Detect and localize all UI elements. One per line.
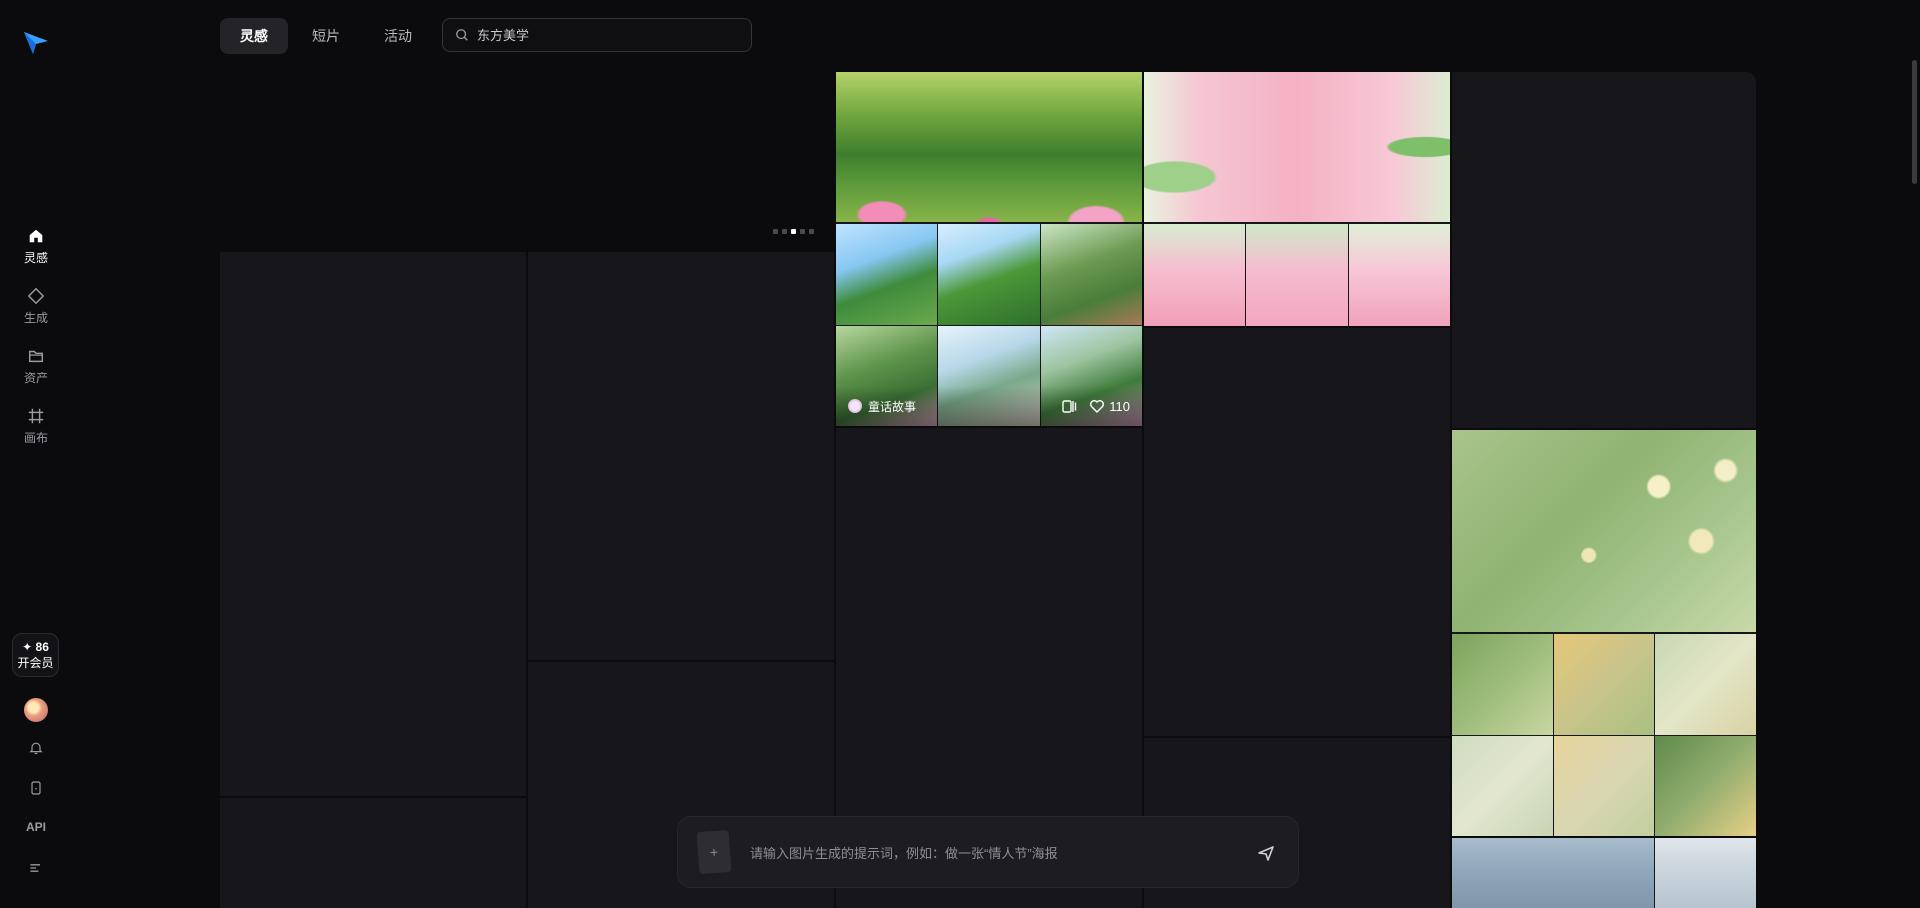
card-thumbnail bbox=[1452, 735, 1553, 836]
sidebar-item-label: 资产 bbox=[23, 370, 48, 385]
feed-card-placeholder[interactable] bbox=[528, 252, 834, 660]
avatar[interactable] bbox=[24, 698, 48, 722]
card-thumbnail bbox=[836, 224, 938, 325]
sidebar-item-canvas[interactable]: 画布 bbox=[12, 402, 60, 450]
like-count: 110 bbox=[1109, 398, 1130, 414]
card-thumbnail-grid bbox=[1452, 634, 1756, 836]
sidebar-item-label: 生成 bbox=[23, 310, 48, 325]
tab-inspiration[interactable]: 灵感 bbox=[220, 18, 288, 54]
card-meta: 童话故事 110 bbox=[836, 386, 1142, 426]
card-thumbnail-grid bbox=[1452, 838, 1756, 908]
sidebar-item-label: 灵感 bbox=[23, 250, 48, 265]
card-thumbnail bbox=[1655, 838, 1756, 908]
sidebar-item-label: 画布 bbox=[23, 430, 48, 445]
carousel-dot[interactable] bbox=[800, 229, 805, 234]
card-thumbnail bbox=[1655, 735, 1756, 836]
diamond-icon bbox=[27, 287, 45, 304]
sidebar: 灵感 生成 资产 画布 ✦ 86 开会员 API bbox=[0, 0, 72, 908]
heart-icon bbox=[1090, 400, 1105, 413]
card-thumbnail bbox=[1553, 735, 1655, 836]
vip-label: 开会员 bbox=[17, 656, 54, 670]
author-avatar bbox=[848, 399, 862, 413]
search-input[interactable] bbox=[475, 26, 739, 44]
feed-card-placeholder[interactable] bbox=[220, 798, 526, 908]
vip-button[interactable]: ✦ 86 开会员 bbox=[12, 633, 59, 677]
tab-events[interactable]: 活动 bbox=[364, 18, 432, 54]
sidebar-item-generate[interactable]: 生成 bbox=[12, 282, 60, 330]
send-icon[interactable] bbox=[1256, 843, 1276, 863]
card-main-image bbox=[1144, 72, 1450, 222]
feed-card-drink[interactable] bbox=[1144, 72, 1450, 326]
card-thumbnail bbox=[1553, 634, 1655, 735]
feed-card-flowers[interactable] bbox=[1452, 430, 1756, 836]
search-box[interactable] bbox=[442, 18, 752, 52]
feed-card-placeholder[interactable] bbox=[220, 252, 526, 796]
card-main-image bbox=[1452, 430, 1756, 632]
card-thumbnail bbox=[1246, 224, 1348, 326]
card-thumbnail bbox=[1144, 224, 1246, 326]
menu-icon[interactable] bbox=[26, 858, 46, 878]
scrollbar[interactable] bbox=[1908, 0, 1920, 908]
carousel-dots bbox=[773, 229, 814, 234]
card-thumbnail-grid bbox=[1144, 224, 1450, 326]
folder-icon bbox=[28, 350, 44, 362]
tab-shorts[interactable]: 短片 bbox=[292, 18, 360, 54]
card-thumbnail bbox=[1452, 634, 1553, 735]
card-thumbnail bbox=[1040, 224, 1142, 325]
feed-card-placeholder[interactable] bbox=[1452, 72, 1756, 428]
carousel-dot[interactable] bbox=[773, 229, 778, 234]
card-author[interactable]: 童话故事 bbox=[868, 398, 916, 415]
prompt-bar: + bbox=[677, 816, 1299, 888]
search-icon bbox=[456, 29, 468, 41]
carousel-dot[interactable] bbox=[782, 229, 787, 234]
bell-icon[interactable] bbox=[26, 738, 46, 758]
feed-card-placeholder[interactable] bbox=[1144, 328, 1450, 736]
canvas-icon bbox=[28, 408, 44, 423]
api-link[interactable]: API bbox=[20, 820, 52, 834]
card-thumbnail bbox=[1348, 224, 1450, 326]
scrollbar-thumb[interactable] bbox=[1912, 60, 1917, 184]
carousel-dot[interactable] bbox=[809, 229, 814, 234]
card-thumbnail bbox=[938, 224, 1040, 325]
card-thumbnail bbox=[1655, 634, 1756, 735]
top-tabs: 灵感 短片 活动 bbox=[220, 18, 432, 54]
home-icon bbox=[29, 229, 43, 242]
device-icon[interactable] bbox=[26, 778, 46, 798]
vip-points: ✦ 86 bbox=[22, 640, 49, 654]
prompt-input[interactable] bbox=[748, 841, 1232, 865]
card-thumbnail bbox=[1452, 838, 1654, 908]
copy-icon[interactable] bbox=[1061, 398, 1077, 414]
paper-plane-logo[interactable] bbox=[22, 28, 50, 56]
sidebar-item-inspiration[interactable]: 灵感 bbox=[12, 222, 60, 270]
sidebar-item-assets[interactable]: 资产 bbox=[12, 342, 60, 390]
card-main-image bbox=[836, 72, 1142, 222]
like-button[interactable]: 110 bbox=[1089, 398, 1130, 414]
feed-card-rain[interactable] bbox=[1452, 838, 1756, 908]
carousel-dot-active[interactable] bbox=[791, 229, 796, 234]
plus-icon[interactable]: + bbox=[696, 829, 732, 875]
feed-card-featured[interactable]: 童话故事 110 bbox=[836, 72, 1142, 426]
